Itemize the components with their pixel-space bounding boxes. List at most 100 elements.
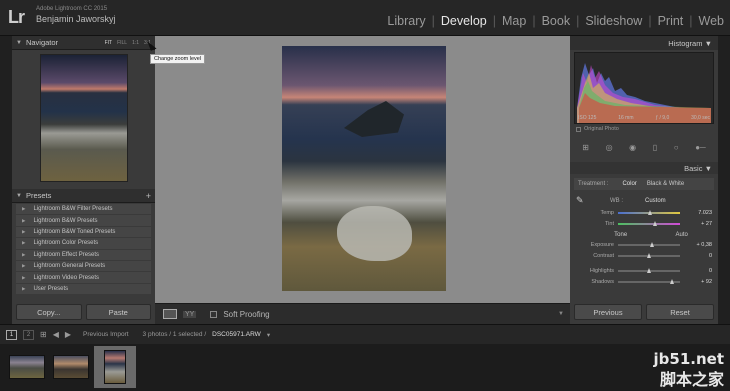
preset-folder[interactable]: ▶ Lightroom Video Presets	[16, 272, 151, 284]
paste-button[interactable]: Paste	[85, 304, 151, 320]
treatment-bw[interactable]: Black & White	[647, 181, 684, 187]
tint-slider[interactable]: Tint + 27	[576, 219, 712, 228]
filename-dropdown-icon[interactable]: ▾	[267, 331, 270, 339]
back-arrow-icon[interactable]: ◀	[53, 330, 59, 339]
radial-filter-icon[interactable]: ○	[674, 143, 679, 152]
contrast-value[interactable]: 0	[709, 253, 712, 259]
preset-folder[interactable]: ▶ Lightroom B&W Filter Presets	[16, 204, 151, 216]
sea-stack-shape	[344, 101, 404, 137]
filmstrip-thumbnail[interactable]	[50, 346, 92, 388]
graduated-filter-icon[interactable]: ▯	[653, 143, 657, 152]
add-preset-button[interactable]: +	[146, 191, 151, 201]
selected-filename[interactable]: DSC05971.ARW	[212, 331, 261, 338]
wb-select[interactable]: Custom	[645, 198, 666, 204]
highlights-slider[interactable]: Highlights 0	[576, 266, 712, 275]
module-slideshow[interactable]: Slideshow	[585, 14, 642, 28]
preset-folder[interactable]: ▶ Lightroom B&W Presets	[16, 215, 151, 227]
zoom-1-1[interactable]: 1:1	[132, 40, 139, 46]
module-develop[interactable]: Develop	[441, 14, 487, 28]
filmstrip-thumbnail[interactable]	[6, 346, 48, 388]
adjustment-brush-icon[interactable]: ●─	[695, 143, 706, 152]
preset-folder-label: Lightroom B&W Toned Presets	[33, 228, 116, 235]
zoom-fit[interactable]: FIT	[105, 40, 113, 46]
thumbnail-image	[104, 350, 126, 384]
preset-folder[interactable]: ▶ Lightroom B&W Toned Presets	[16, 226, 151, 239]
secondary-display-button[interactable]: 2	[23, 329, 34, 340]
filmstrip-source[interactable]: Previous Import	[83, 331, 129, 338]
expand-triangle-icon: ▶	[22, 274, 26, 280]
loupe-view-icon[interactable]	[163, 309, 177, 319]
spot-removal-tool-icon[interactable]: ◎	[606, 143, 613, 152]
slider-track[interactable]	[618, 209, 680, 215]
presets-header[interactable]: ▼ Presets +	[12, 189, 155, 203]
left-panel: ▼ Navigator FIT FILL 1:1 3:1 ▼ Presets +…	[12, 36, 155, 324]
left-panel-toggle[interactable]	[0, 36, 12, 324]
navigator-title: Navigator	[25, 38, 59, 47]
tone-auto-button[interactable]: Auto	[675, 232, 687, 238]
treatment-color[interactable]: Color	[622, 181, 636, 187]
module-library[interactable]: Library	[387, 14, 425, 28]
original-photo-checkbox[interactable]	[576, 126, 581, 132]
module-print[interactable]: Print	[658, 14, 684, 28]
crop-tool-icon[interactable]: ⊞	[582, 143, 589, 152]
filmstrip-thumbnail-selected[interactable]	[94, 346, 136, 388]
slider-thumb[interactable]	[650, 241, 654, 247]
primary-display-button[interactable]: 1	[6, 329, 17, 340]
original-photo-toggle[interactable]: Original Photo	[576, 126, 712, 132]
tone-row: Tone Auto	[590, 232, 712, 238]
highlights-value[interactable]: 0	[709, 268, 712, 274]
slider-track[interactable]	[618, 241, 680, 247]
forward-arrow-icon[interactable]: ▶	[65, 330, 71, 339]
basic-header[interactable]: Basic ▼	[570, 162, 718, 174]
toolbar-menu-triangle-icon[interactable]: ▼	[558, 311, 564, 317]
module-book[interactable]: Book	[542, 14, 571, 28]
preset-folder-label: Lightroom B&W Presets	[33, 217, 98, 224]
slider-track[interactable]	[618, 278, 680, 284]
red-eye-tool-icon[interactable]: ◉	[629, 143, 636, 152]
preset-folder[interactable]: ▶ Lightroom General Presets	[16, 260, 151, 273]
slider-thumb[interactable]	[670, 278, 674, 284]
histogram[interactable]: ISO 125 16 mm ƒ / 9,0 30,0 sec	[574, 52, 714, 124]
foreground-rock-shape	[337, 206, 412, 261]
shadows-value[interactable]: + 92	[701, 279, 712, 285]
module-map[interactable]: Map	[502, 14, 526, 28]
shadows-slider[interactable]: Shadows + 92	[576, 277, 712, 286]
preset-folder-label: Lightroom Color Presets	[33, 240, 99, 247]
exposure-value[interactable]: + 0,38	[697, 242, 712, 248]
soft-proofing-checkbox[interactable]	[210, 310, 218, 318]
image-canvas[interactable]	[155, 36, 570, 303]
slider-thumb[interactable]	[647, 252, 651, 258]
preset-folder[interactable]: ▶ Lightroom Color Presets	[16, 238, 151, 250]
slider-track[interactable]	[618, 252, 680, 258]
exposure-slider[interactable]: Exposure + 0,38	[576, 240, 712, 249]
grid-view-icon[interactable]: ⊞	[40, 330, 47, 339]
slider-track[interactable]	[618, 220, 680, 226]
temp-value[interactable]: 7.023	[698, 210, 712, 216]
reset-button[interactable]: Reset	[646, 304, 714, 320]
tool-strip: ⊞ ◎ ◉ ▯ ○ ●─	[574, 140, 714, 154]
right-panel-toggle[interactable]	[718, 36, 730, 324]
navigator-preview[interactable]	[39, 54, 128, 182]
temp-slider[interactable]: Temp 7.023	[576, 208, 712, 217]
preset-folder[interactable]: ▶ Lightroom Effect Presets	[16, 249, 151, 261]
previous-button[interactable]: Previous	[574, 304, 642, 320]
contrast-slider[interactable]: Contrast 0	[576, 251, 712, 260]
navigator-header[interactable]: ▼ Navigator FIT FILL 1:1 3:1	[12, 36, 155, 50]
zoom-fill[interactable]: FILL	[117, 40, 127, 46]
slider-thumb[interactable]	[653, 220, 657, 226]
watermark: jb51.net 脚本之家	[654, 350, 724, 390]
copy-button[interactable]: Copy...	[16, 304, 82, 320]
before-after-button[interactable]: YY	[183, 310, 197, 318]
preset-folder[interactable]: ▶ User Presets	[16, 283, 151, 296]
slider-thumb[interactable]	[647, 267, 651, 273]
eyedropper-icon[interactable]: ✎	[576, 195, 588, 206]
app-name: Adobe Lightroom CC 2015	[36, 6, 108, 12]
slider-track[interactable]	[618, 267, 680, 273]
tint-value[interactable]: + 27	[701, 221, 712, 227]
module-web[interactable]: Web	[699, 14, 724, 28]
main-photo[interactable]	[282, 46, 446, 291]
user-name: Benjamin Jaworskyj	[36, 14, 116, 24]
histogram-header[interactable]: Histogram ▼	[570, 36, 718, 50]
slider-thumb[interactable]	[648, 209, 652, 215]
wb-label: WB :	[610, 197, 623, 204]
